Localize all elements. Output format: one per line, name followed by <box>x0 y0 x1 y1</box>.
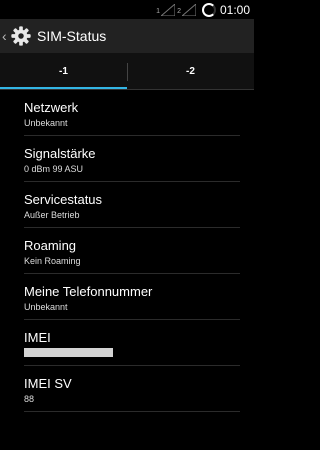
tab-sim1-label: -1 <box>59 66 68 77</box>
tab-sim2[interactable]: -2 <box>127 53 254 90</box>
tab-sim2-label: -2 <box>186 66 195 77</box>
list-item-roaming: Roaming Kein Roaming <box>24 228 240 274</box>
action-bar: ‹ SIM-Status <box>0 19 254 53</box>
item-label: IMEI SV <box>24 376 72 391</box>
list-item-imei: IMEI <box>24 320 240 366</box>
list-item-phone-number: Meine Telefonnummer Unbekannt <box>24 274 240 320</box>
item-label: Roaming <box>24 238 77 253</box>
sim-tabs: -1 -2 <box>0 53 254 90</box>
item-label: IMEI <box>24 330 51 345</box>
item-label: Netzwerk <box>24 100 79 115</box>
gear-icon[interactable] <box>10 25 32 47</box>
item-label: Meine Telefonnummer <box>24 284 153 299</box>
redacted-value <box>24 348 113 357</box>
list-item-network: Netzwerk Unbekannt <box>24 90 240 136</box>
sim1-number: 1 <box>156 7 161 15</box>
item-value: Unbekannt <box>24 302 68 312</box>
item-value: Unbekannt <box>24 118 68 128</box>
sim1-signal: 1 2 <box>156 3 198 16</box>
signal-icon <box>161 3 176 16</box>
list-item-signal-strength: Signalstärke 0 dBm 99 ASU <box>24 136 240 182</box>
tab-sim1[interactable]: -1 <box>0 53 127 90</box>
status-bar: 1 2 01:00 <box>0 0 254 19</box>
item-label: Servicestatus <box>24 192 103 207</box>
chevron-left-icon[interactable]: ‹ <box>2 28 8 44</box>
item-value: Kein Roaming <box>24 256 81 266</box>
status-list: Netzwerk Unbekannt Signalstärke 0 dBm 99… <box>0 90 254 412</box>
list-item-imei-sv: IMEI SV 88 <box>24 366 240 412</box>
item-value: Außer Betrieb <box>24 210 80 220</box>
item-value: 88 <box>24 394 35 404</box>
list-item-service-status: Servicestatus Außer Betrieb <box>24 182 240 228</box>
signal-icon <box>181 3 196 16</box>
sim2-number: 2 <box>177 7 181 15</box>
item-label: Signalstärke <box>24 146 96 161</box>
item-value: 0 dBm 99 ASU <box>24 164 84 174</box>
clock: 01:00 <box>219 2 250 17</box>
spinner-icon <box>201 2 216 17</box>
page-title[interactable]: SIM-Status <box>37 28 106 44</box>
